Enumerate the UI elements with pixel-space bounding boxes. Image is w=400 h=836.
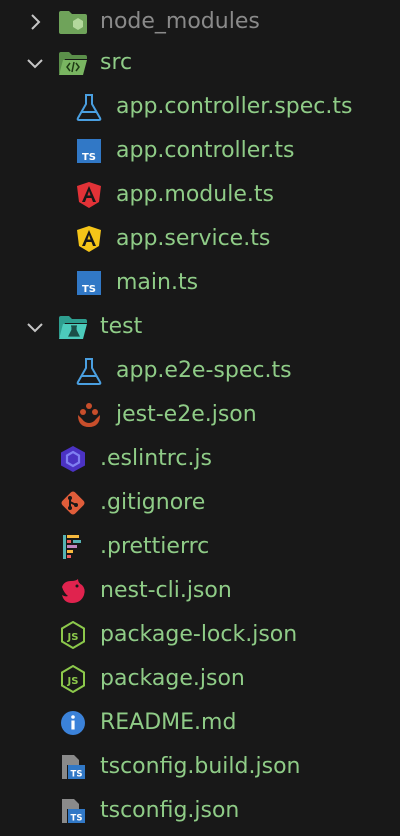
svg-text:JS: JS — [67, 676, 79, 687]
prettier-icon — [58, 532, 88, 562]
file-label: main.ts — [116, 270, 199, 295]
file-label: README.md — [100, 710, 237, 735]
file-eslintrc[interactable]: .eslintrc.js — [0, 437, 400, 481]
typescript-icon: TS — [74, 268, 104, 298]
file-app-controller[interactable]: TS app.controller.ts — [0, 129, 400, 173]
file-tsconfig[interactable]: TS tsconfig.json — [0, 789, 400, 833]
svg-text:JS: JS — [67, 632, 79, 643]
file-label: app.service.ts — [116, 226, 271, 251]
file-gitignore[interactable]: .gitignore — [0, 481, 400, 525]
file-app-module[interactable]: app.module.ts — [0, 173, 400, 217]
file-app-e2e-spec[interactable]: app.e2e-spec.ts — [0, 349, 400, 393]
tsconfig-icon: TS — [58, 796, 88, 826]
file-label: .eslintrc.js — [100, 446, 213, 471]
folder-src-icon — [58, 48, 88, 78]
file-label: tsconfig.json — [100, 798, 240, 823]
chevron-down-icon[interactable] — [20, 48, 50, 78]
file-jest-e2e[interactable]: jest-e2e.json — [0, 393, 400, 437]
file-label: nest-cli.json — [100, 578, 232, 603]
file-label: app.controller.spec.ts — [116, 94, 353, 119]
file-label: jest-e2e.json — [116, 402, 257, 427]
nestjs-icon — [58, 576, 88, 606]
folder-label: src — [100, 50, 133, 75]
folder-src[interactable]: src — [0, 41, 400, 85]
folder-test[interactable]: test — [0, 305, 400, 349]
file-main[interactable]: TS main.ts — [0, 261, 400, 305]
tsconfig-icon: TS — [58, 752, 88, 782]
test-flask-icon — [74, 92, 104, 122]
svg-text:TS: TS — [71, 770, 83, 780]
file-explorer-tree: node_modules src app.controller.spec.ts — [0, 0, 400, 836]
chevron-right-icon[interactable] — [20, 7, 50, 37]
file-label: app.module.ts — [116, 182, 274, 207]
info-icon — [58, 708, 88, 738]
folder-label: test — [100, 314, 143, 339]
svg-text:TS: TS — [71, 814, 83, 824]
svg-text:TS: TS — [82, 152, 96, 163]
file-label: tsconfig.build.json — [100, 754, 301, 779]
file-readme[interactable]: README.md — [0, 701, 400, 745]
test-flask-icon — [74, 356, 104, 386]
file-prettierrc[interactable]: .prettierrc — [0, 525, 400, 569]
git-icon — [58, 488, 88, 518]
typescript-icon: TS — [74, 136, 104, 166]
file-label: package-lock.json — [100, 622, 298, 647]
file-app-controller-spec[interactable]: app.controller.spec.ts — [0, 85, 400, 129]
eslint-icon — [58, 444, 88, 474]
file-app-service[interactable]: app.service.ts — [0, 217, 400, 261]
file-label: app.controller.ts — [116, 138, 295, 163]
file-nest-cli[interactable]: nest-cli.json — [0, 569, 400, 613]
file-label: package.json — [100, 666, 245, 691]
folder-label: node_modules — [100, 9, 260, 34]
angular-red-icon — [74, 180, 104, 210]
angular-yellow-icon — [74, 224, 104, 254]
file-label: .gitignore — [100, 490, 206, 515]
folder-node-icon — [58, 7, 88, 37]
nodejs-icon: JS — [58, 664, 88, 694]
file-package[interactable]: JS package.json — [0, 657, 400, 701]
folder-node-modules[interactable]: node_modules — [0, 0, 400, 44]
file-tsconfig-build[interactable]: TS tsconfig.build.json — [0, 745, 400, 789]
svg-text:TS: TS — [82, 284, 96, 295]
jest-icon — [74, 400, 104, 430]
chevron-down-icon[interactable] — [20, 312, 50, 342]
nodejs-icon: JS — [58, 620, 88, 650]
file-label: .prettierrc — [100, 534, 210, 559]
file-label: app.e2e-spec.ts — [116, 358, 292, 383]
file-package-lock[interactable]: JS package-lock.json — [0, 613, 400, 657]
folder-test-icon — [58, 312, 88, 342]
